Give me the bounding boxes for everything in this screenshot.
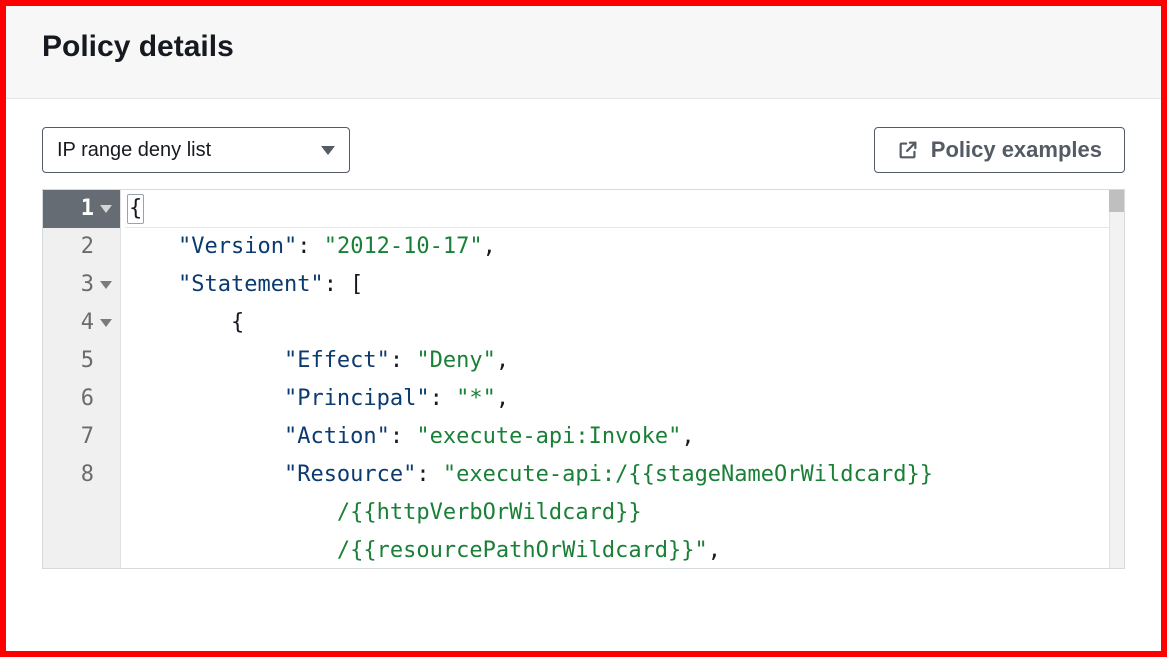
policy-template-select[interactable]: IP range deny list	[42, 127, 350, 173]
editor-code-area[interactable]: { "Version": "2012-10-17", "Statement": …	[121, 190, 1124, 568]
fold-toggle-icon[interactable]	[100, 281, 112, 289]
policy-examples-label: Policy examples	[931, 137, 1102, 163]
code-line[interactable]: "Version": "2012-10-17",	[125, 228, 1124, 266]
external-link-icon	[897, 139, 919, 161]
code-line[interactable]: "Action": "execute-api:Invoke",	[125, 418, 1124, 456]
gutter-line: 5	[43, 342, 120, 380]
code-editor[interactable]: 12345678 { "Version": "2012-10-17", "Sta…	[42, 189, 1125, 569]
code-line[interactable]: /{{resourcePathOrWildcard}}",	[125, 532, 1124, 568]
code-line[interactable]: "Principal": "*",	[125, 380, 1124, 418]
gutter-line: 2	[43, 228, 120, 266]
chevron-down-icon	[321, 146, 335, 155]
gutter-line	[43, 494, 120, 532]
code-line[interactable]: /{{httpVerbOrWildcard}}	[125, 494, 1124, 532]
fold-toggle-icon[interactable]	[100, 205, 112, 213]
gutter-line: 6	[43, 380, 120, 418]
code-line[interactable]: "Effect": "Deny",	[125, 342, 1124, 380]
code-line[interactable]: {	[125, 304, 1124, 342]
select-value: IP range deny list	[57, 139, 211, 162]
toolbar: IP range deny list Policy examples	[6, 99, 1161, 189]
app-frame: Policy details IP range deny list Policy…	[0, 0, 1167, 657]
scrollbar-thumb[interactable]	[1109, 190, 1124, 212]
fold-toggle-icon[interactable]	[100, 319, 112, 327]
scrollbar-track[interactable]	[1109, 190, 1124, 568]
gutter-line: 7	[43, 418, 120, 456]
policy-examples-button[interactable]: Policy examples	[874, 127, 1125, 173]
gutter-line	[43, 532, 120, 568]
gutter-line: 3	[43, 266, 120, 304]
code-line[interactable]: "Statement": [	[125, 266, 1124, 304]
gutter-line: 8	[43, 456, 120, 494]
gutter-line: 1	[43, 190, 120, 228]
editor-gutter: 12345678	[43, 190, 121, 568]
code-line[interactable]: "Resource": "execute-api:/{{stageNameOrW…	[125, 456, 1124, 494]
gutter-line: 4	[43, 304, 120, 342]
code-line[interactable]: {	[125, 190, 1124, 228]
panel-header: Policy details	[6, 6, 1161, 99]
page-title: Policy details	[42, 30, 1125, 64]
